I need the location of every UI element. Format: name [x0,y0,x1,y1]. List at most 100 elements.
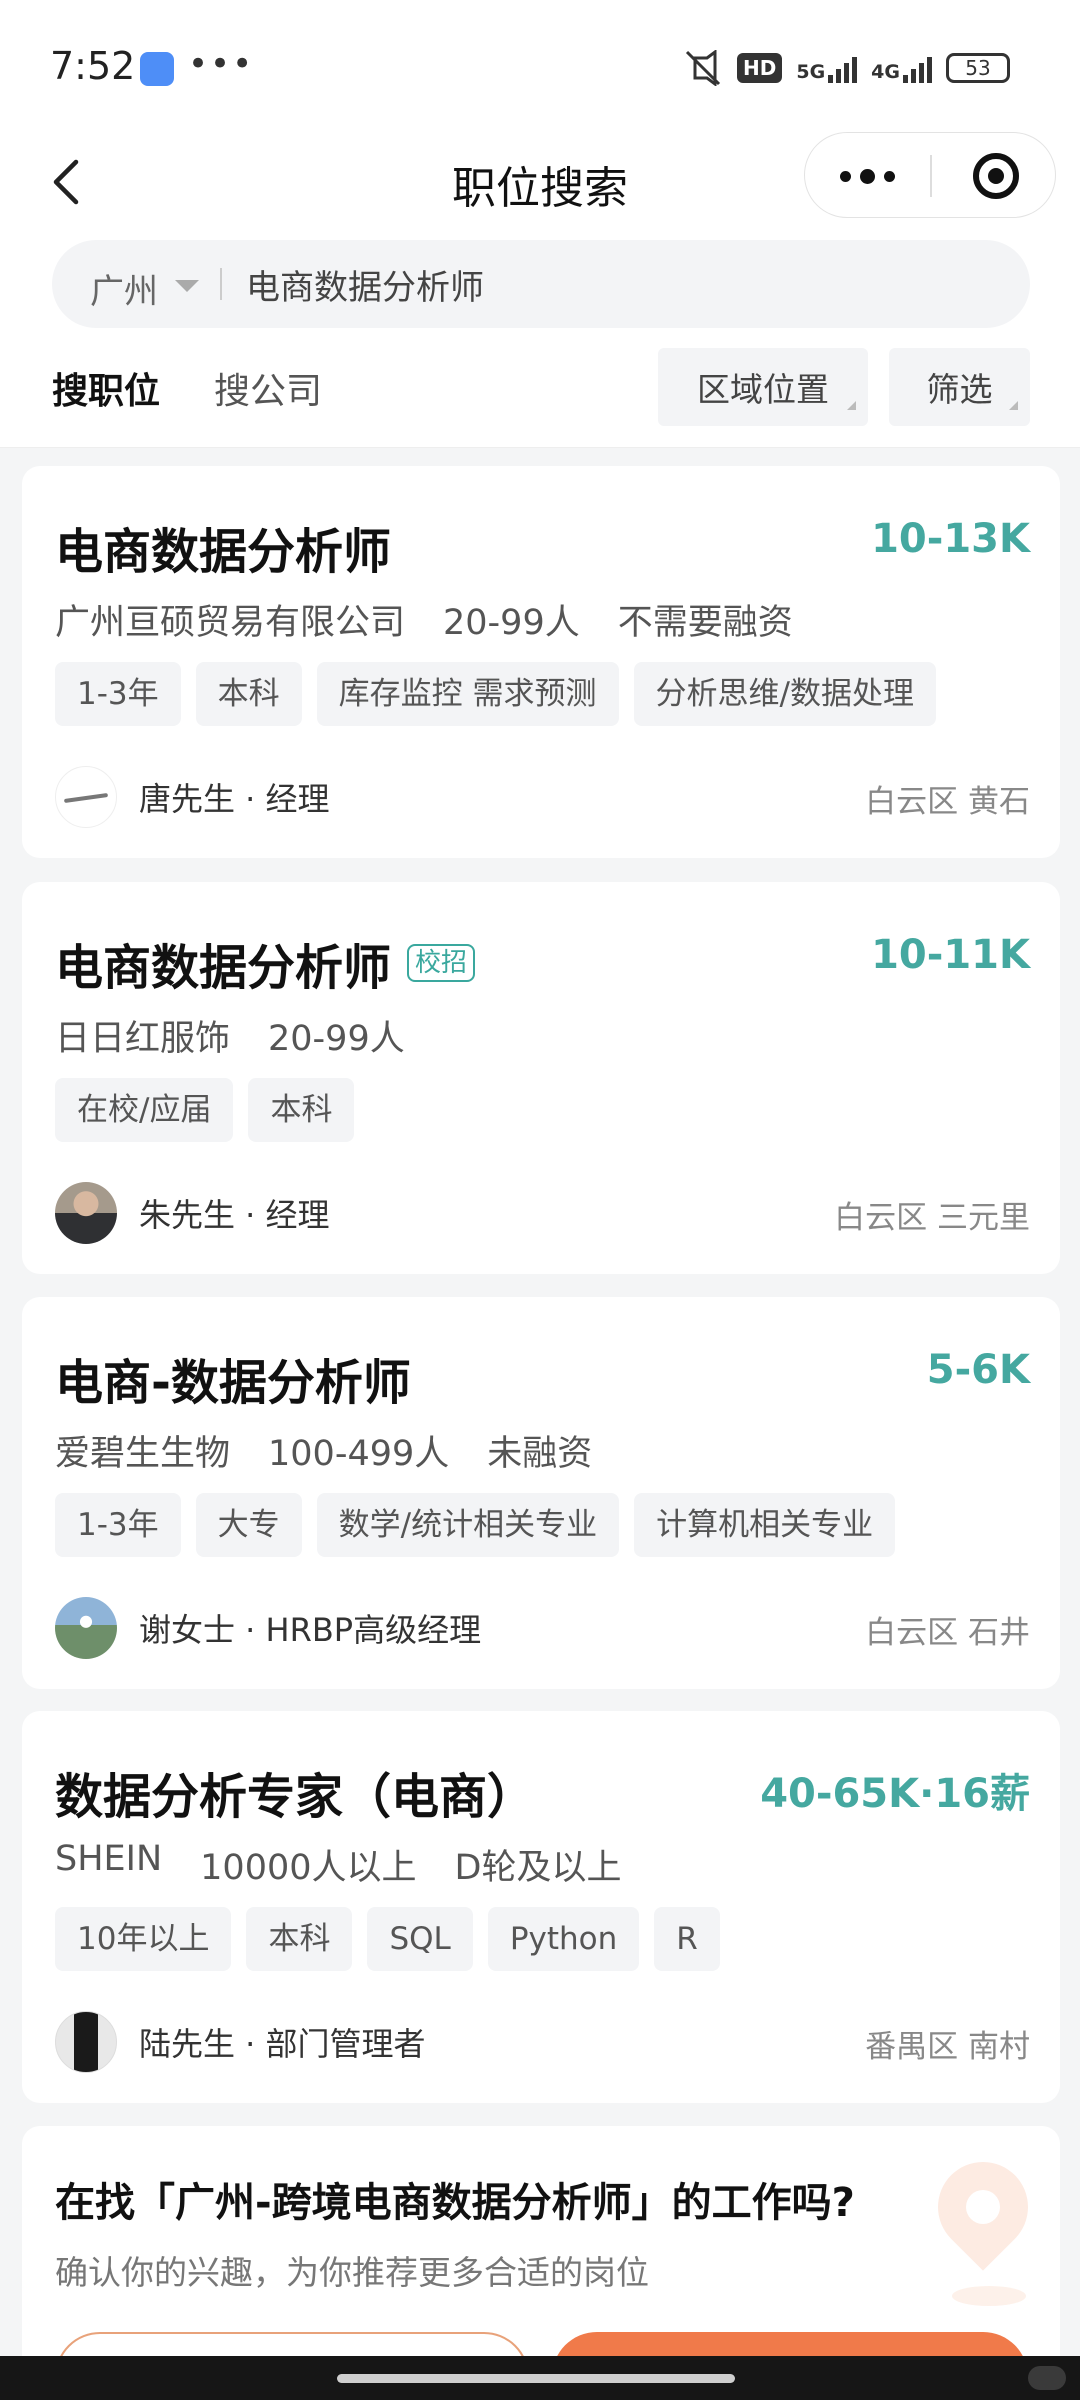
tab-search-jobs[interactable]: 搜职位 [52,362,160,414]
app-notification-icon [140,52,174,86]
job-location: 白云区 石井 [865,1615,1030,1651]
job-tag: R [654,1907,720,1971]
job-title: 电商-数据分析师 [55,1355,411,1411]
hd-voice-icon: HD [737,53,783,83]
avatar [55,2011,117,2073]
job-card[interactable]: 电商数据分析师 校招 10-11K 日日红服饰 20-99人 在校/应届 本科 … [22,882,1060,1274]
job-tag: 计算机相关专业 [634,1493,896,1557]
company-name: 爱碧生生物 [55,1434,231,1474]
job-salary: 5-6K [926,1347,1030,1393]
recruiter-name: 朱先生 · 经理 [139,1196,330,1234]
job-location: 白云区 黄石 [865,784,1030,820]
home-indicator[interactable] [337,2374,735,2383]
signal-5g-icon: 5G [796,53,858,83]
chevron-down-icon[interactable] [175,280,199,292]
company-funding: 未融资 [487,1434,593,1474]
corner-triangle-icon [1009,401,1018,410]
status-time: 7:52 [50,44,136,88]
corner-triangle-icon [847,401,856,410]
recruiter-name: 谢女士 · HRBP高级经理 [139,1611,482,1649]
job-salary: 40-65K·16薪 [760,1771,1030,1817]
tab-search-companies[interactable]: 搜公司 [214,362,322,414]
search-area: 广州 [0,240,1080,330]
company-info: SHEIN 10000人以上 D轮及以上 [55,1839,621,1890]
company-name: 广州亘硕贸易有限公司 [55,603,406,643]
job-tag: 1-3年 [55,662,181,726]
recruiter-info: 朱先生 · 经理 [55,1182,330,1244]
avatar [55,1182,117,1244]
search-divider [220,268,222,300]
job-tag: 库存监控 需求预测 [316,662,619,726]
filter-button[interactable]: 筛选 [889,348,1030,426]
job-title: 电商数据分析师 校招 [55,928,476,998]
more-button[interactable] [805,133,930,219]
more-notifications-icon: ••• [188,44,255,84]
job-salary: 10-11K [871,932,1030,978]
company-size: 20-99人 [443,603,580,643]
job-tag: 分析思维/数据处理 [633,662,936,726]
filter-label: 筛选 [926,370,993,409]
job-card[interactable]: 电商-数据分析师 5-6K 爱碧生生物 100-499人 未融资 1-3年 大专… [22,1297,1060,1689]
nav-bar: 职位搜索 [0,130,1080,240]
company-funding: 不需要融资 [617,603,793,643]
company-info: 日日红服饰 20-99人 [55,1010,405,1061]
recruiter-name: 陆先生 · 部门管理者 [139,2025,426,2063]
company-info: 广州亘硕贸易有限公司 20-99人 不需要融资 [55,594,793,645]
company-name: 日日红服饰 [55,1019,231,1059]
job-card[interactable]: 电商数据分析师 10-13K 广州亘硕贸易有限公司 20-99人 不需要融资 1… [22,466,1060,858]
job-tag: 本科 [248,1078,355,1142]
job-tag: 本科 [195,662,302,726]
job-tag: Python [487,1907,640,1971]
recruiter-info: 谢女士 · HRBP高级经理 [55,1597,481,1659]
watermark-icon [1028,2366,1066,2390]
network-5g-label: 5G [796,61,826,83]
close-miniprogram-button[interactable] [973,153,1019,199]
city-selector[interactable]: 广州 [90,264,158,313]
job-card[interactable]: 数据分析专家（电商） 40-65K·16薪 SHEIN 10000人以上 D轮及… [22,1711,1060,2103]
region-filter-label: 区域位置 [697,370,829,409]
job-title: 数据分析专家（电商） [55,1769,536,1825]
job-tags: 1-3年 大专 数学/统计相关专业 计算机相关专业 [55,1493,896,1557]
battery-icon: 53 [946,53,1010,83]
network-4g-label: 4G [871,61,900,83]
job-tag: 本科 [246,1907,353,1971]
recruiter-info: 唐先生 · 经理 [55,766,330,828]
pin-shadow [952,2286,1026,2306]
job-tag: 大专 [195,1493,302,1557]
region-filter-button[interactable]: 区域位置 [658,348,868,426]
avatar [55,1597,117,1659]
company-size: 20-99人 [268,1019,405,1059]
job-tags: 1-3年 本科 库存监控 需求预测 分析思维/数据处理 [55,662,936,726]
job-tag: 在校/应届 [55,1078,234,1142]
job-tag: 1-3年 [55,1493,181,1557]
avatar [55,766,117,828]
search-input[interactable] [246,260,986,308]
company-size: 10000人以上 [200,1848,417,1888]
job-location: 白云区 三元里 [834,1200,1030,1236]
job-title: 电商数据分析师 [55,524,392,580]
search-tabs: 搜职位 搜公司 区域位置 筛选 [0,330,1080,448]
job-tag: SQL [367,1907,473,1971]
company-info: 爱碧生生物 100-499人 未融资 [55,1425,592,1476]
campus-recruit-badge: 校招 [407,944,476,982]
search-box: 广州 [52,240,1030,328]
location-pin-icon [919,2143,1047,2271]
status-bar: 7:52 ••• HD 5G 4G 53 [0,0,1080,130]
company-size: 100-499人 [268,1434,450,1474]
job-salary: 10-13K [871,516,1030,562]
job-location: 番禺区 南村 [865,2029,1030,2065]
job-tags: 10年以上 本科 SQL Python R [55,1907,720,1971]
prompt-title: 在找「广州-跨境电商数据分析师」的工作吗? [55,2180,855,2226]
job-tags: 在校/应届 本科 [55,1078,355,1142]
mute-icon [683,49,723,87]
signal-4g-icon: 4G [871,53,932,83]
job-tag: 数学/统计相关专业 [316,1493,620,1557]
miniprogram-capsule [804,132,1056,218]
status-indicators: HD 5G 4G 53 [683,49,1010,87]
system-nav-bar [0,2356,1080,2400]
company-name: SHEIN [55,1839,163,1879]
recruiter-name: 唐先生 · 经理 [139,780,330,818]
company-funding: D轮及以上 [454,1848,622,1888]
recruiter-info: 陆先生 · 部门管理者 [55,2011,426,2073]
prompt-subtitle: 确认你的兴趣，为你推荐更多合适的岗位 [55,2253,649,2292]
